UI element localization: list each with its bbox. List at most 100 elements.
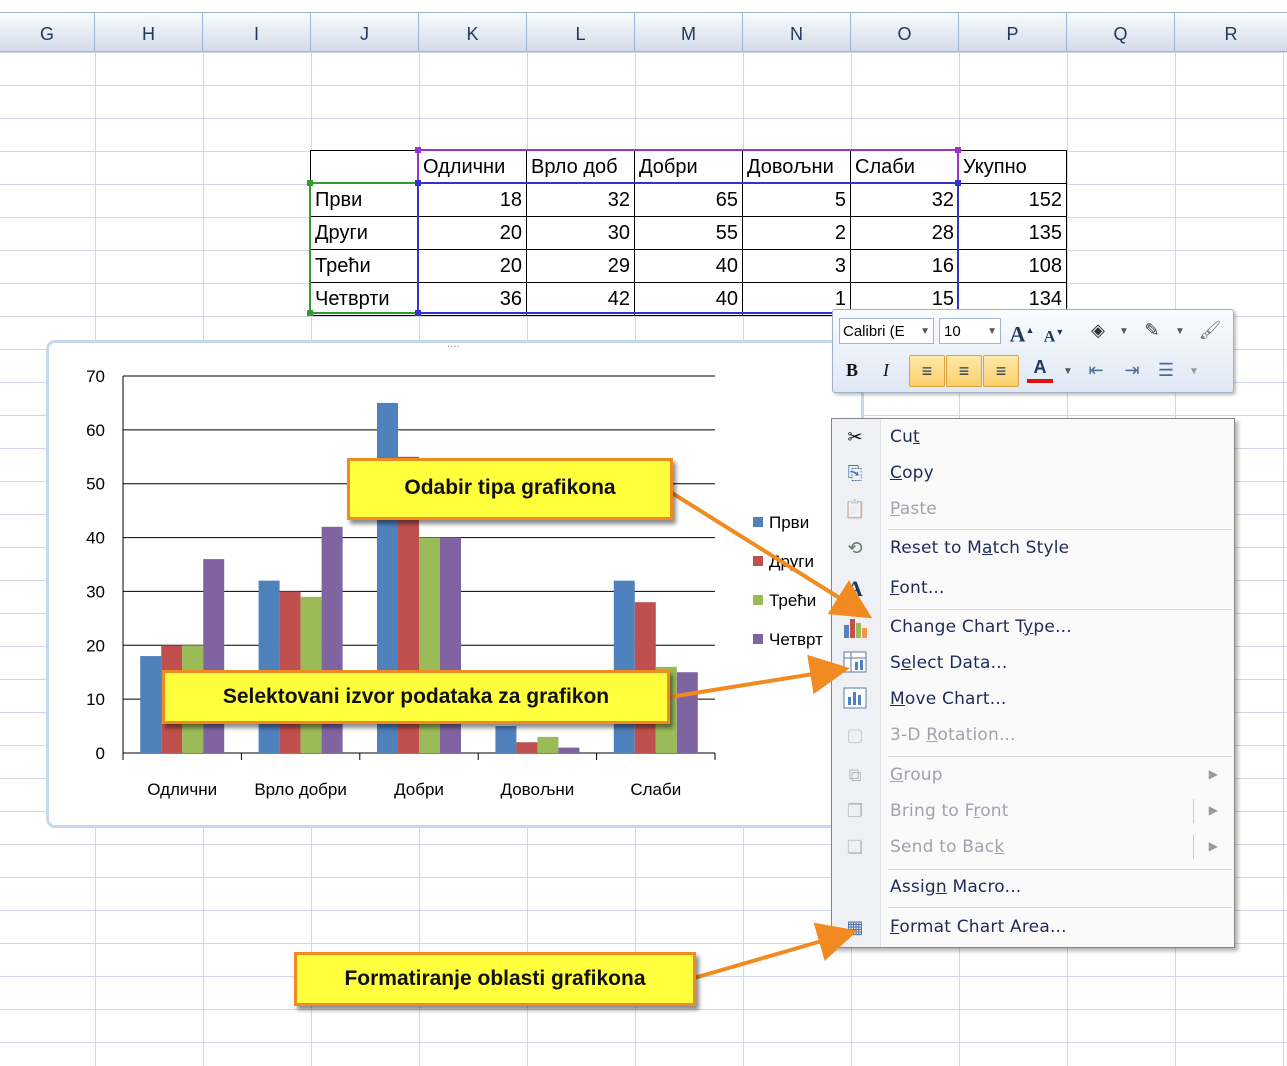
bold-button[interactable]: B xyxy=(839,357,865,383)
table-cell[interactable]: Добри xyxy=(634,150,743,184)
column-header[interactable]: O xyxy=(851,13,959,51)
column-header[interactable]: Q xyxy=(1067,13,1175,51)
chart-bar xyxy=(140,656,162,753)
table-cell[interactable]: 3 xyxy=(742,249,851,283)
split-divider xyxy=(1193,799,1194,823)
table-cell[interactable]: 29 xyxy=(526,249,635,283)
table-cell[interactable]: 135 xyxy=(958,216,1067,250)
grow-font-button[interactable]: A▲ xyxy=(1009,317,1035,346)
column-header[interactable]: G xyxy=(0,13,95,51)
table-cell[interactable]: Четврти xyxy=(310,282,419,316)
menu-item-assign-macro[interactable]: Assign Macro... xyxy=(832,871,1234,905)
table-cell[interactable]: 32 xyxy=(526,183,635,217)
legend-swatch xyxy=(753,634,763,644)
shrink-font-button[interactable]: A▼ xyxy=(1041,319,1067,345)
format-painter-button[interactable]: 🖌 xyxy=(1197,317,1223,343)
table-cell[interactable]: 2 xyxy=(742,216,851,250)
font-name-box[interactable]: Calibri (E ▼ xyxy=(839,318,934,344)
table-cell[interactable]: 40 xyxy=(634,282,743,316)
split-divider xyxy=(1193,835,1194,859)
menu-item-send-to-back[interactable]: ❏ Send to Back ▶ xyxy=(832,831,1234,865)
column-header[interactable]: R xyxy=(1175,13,1287,51)
table-cell[interactable]: 20 xyxy=(418,216,527,250)
top-strip xyxy=(0,0,1287,13)
menu-item-label: Assign Macro... xyxy=(890,877,1022,897)
align-center-button[interactable]: ≡ xyxy=(946,355,982,387)
table-cell[interactable]: 5 xyxy=(742,183,851,217)
table-cell[interactable]: 18 xyxy=(418,183,527,217)
menu-item-group[interactable]: ⧉ Group ▶ xyxy=(832,759,1234,793)
font-color-button[interactable]: A xyxy=(1027,355,1053,383)
chart-area[interactable]: 0 10 20 30 40 50 60 70 Одлични Врло добри Добри Дов… xyxy=(46,340,864,828)
table-cell[interactable]: 36 xyxy=(418,282,527,316)
chevron-down-icon[interactable]: ▼ xyxy=(1055,359,1081,385)
decrease-indent-button[interactable]: ⇤ xyxy=(1083,357,1109,383)
fill-color-button[interactable]: ◈ xyxy=(1085,317,1111,343)
table-cell[interactable]: Слаби xyxy=(850,150,959,184)
increase-indent-button[interactable]: ⇥ xyxy=(1119,357,1145,383)
menu-item-label: Group xyxy=(890,765,943,785)
table-cell[interactable]: Укупно xyxy=(958,150,1067,184)
column-header[interactable]: K xyxy=(419,13,527,51)
column-header[interactable]: J xyxy=(311,13,419,51)
table-cell[interactable]: 28 xyxy=(850,216,959,250)
submenu-arrow-icon: ▶ xyxy=(1208,803,1218,817)
bullets-button[interactable]: ☰ xyxy=(1153,357,1179,383)
table-cell[interactable]: 20 xyxy=(418,249,527,283)
chevron-down-icon[interactable]: ▼ xyxy=(1167,319,1193,345)
chevron-down-icon[interactable]: ▼ xyxy=(1181,359,1207,385)
column-header[interactable]: I xyxy=(203,13,311,51)
align-right-button[interactable]: ≡ xyxy=(983,355,1019,387)
group-icon: ⧉ xyxy=(848,765,862,786)
chart-bar xyxy=(537,736,559,753)
table-cell[interactable]: 16 xyxy=(850,249,959,283)
menu-item-3d-rotation[interactable]: ▢ 3-D Rotation... xyxy=(832,719,1234,753)
table-cell[interactable]: 108 xyxy=(958,249,1067,283)
table-cell[interactable]: 55 xyxy=(634,216,743,250)
menu-item-bring-to-front[interactable]: ❐ Bring to Front ▶ xyxy=(832,795,1234,829)
menu-item-cut[interactable]: ✂ Cut xyxy=(832,421,1234,455)
menu-item-format-chart-area[interactable]: ▦ Format Chart Area... xyxy=(832,911,1234,945)
menu-item-reset-style[interactable]: ⟲ Reset to Match Style xyxy=(832,532,1234,566)
line-color-button[interactable]: ✎ xyxy=(1139,317,1165,343)
font-size-value: 10 xyxy=(944,323,961,340)
x-category-label: Добри xyxy=(394,780,444,799)
font-color-icon: A xyxy=(1033,357,1047,377)
chart-bar xyxy=(495,726,517,753)
italic-button[interactable]: I xyxy=(873,357,899,383)
menu-item-move-chart[interactable]: Move Chart... xyxy=(832,683,1234,717)
table-cell[interactable]: Други xyxy=(310,216,419,250)
chevron-down-icon[interactable]: ▼ xyxy=(1111,319,1137,345)
chevron-down-icon[interactable]: ▼ xyxy=(920,319,930,343)
table-cell[interactable]: Трећи xyxy=(310,249,419,283)
align-left-button[interactable]: ≡ xyxy=(909,355,945,387)
submenu-arrow-icon: ▶ xyxy=(1208,767,1218,781)
table-cell[interactable]: Довољни xyxy=(742,150,851,184)
column-header[interactable]: H xyxy=(95,13,203,51)
table-cell[interactable]: 65 xyxy=(634,183,743,217)
menu-item-font[interactable]: A Font... xyxy=(832,572,1234,606)
menu-item-copy[interactable]: ⎘ Copy xyxy=(832,457,1234,491)
column-header[interactable]: M xyxy=(635,13,743,51)
table-cell[interactable]: 152 xyxy=(958,183,1067,217)
table-cell[interactable]: 42 xyxy=(526,282,635,316)
chevron-down-icon[interactable]: ▼ xyxy=(987,319,997,345)
table-cell[interactable]: Одлични xyxy=(418,150,527,184)
table-cell[interactable]: Први xyxy=(310,183,419,217)
table-cell[interactable]: 32 xyxy=(850,183,959,217)
column-header[interactable]: L xyxy=(527,13,635,51)
column-header[interactable]: N xyxy=(743,13,851,51)
font-size-box[interactable]: 10 ▼ xyxy=(939,318,1001,344)
reset-style-icon: ⟲ xyxy=(847,538,863,559)
menu-item-select-data[interactable]: Select Data... xyxy=(832,647,1234,681)
menu-item-change-chart-type[interactable]: Change Chart Type... xyxy=(832,611,1234,645)
table-cell[interactable] xyxy=(310,150,419,184)
legend-swatch xyxy=(753,556,763,566)
menu-item-paste[interactable]: 📋 Paste xyxy=(832,493,1234,527)
table-cell[interactable]: 40 xyxy=(634,249,743,283)
table-cell[interactable]: 30 xyxy=(526,216,635,250)
column-header[interactable]: P xyxy=(959,13,1067,51)
table-row: Други 20 30 55 2 28 135 xyxy=(310,216,1067,250)
legend-label: Четврт xyxy=(769,630,823,649)
table-cell[interactable]: Врло доб xyxy=(526,150,635,184)
